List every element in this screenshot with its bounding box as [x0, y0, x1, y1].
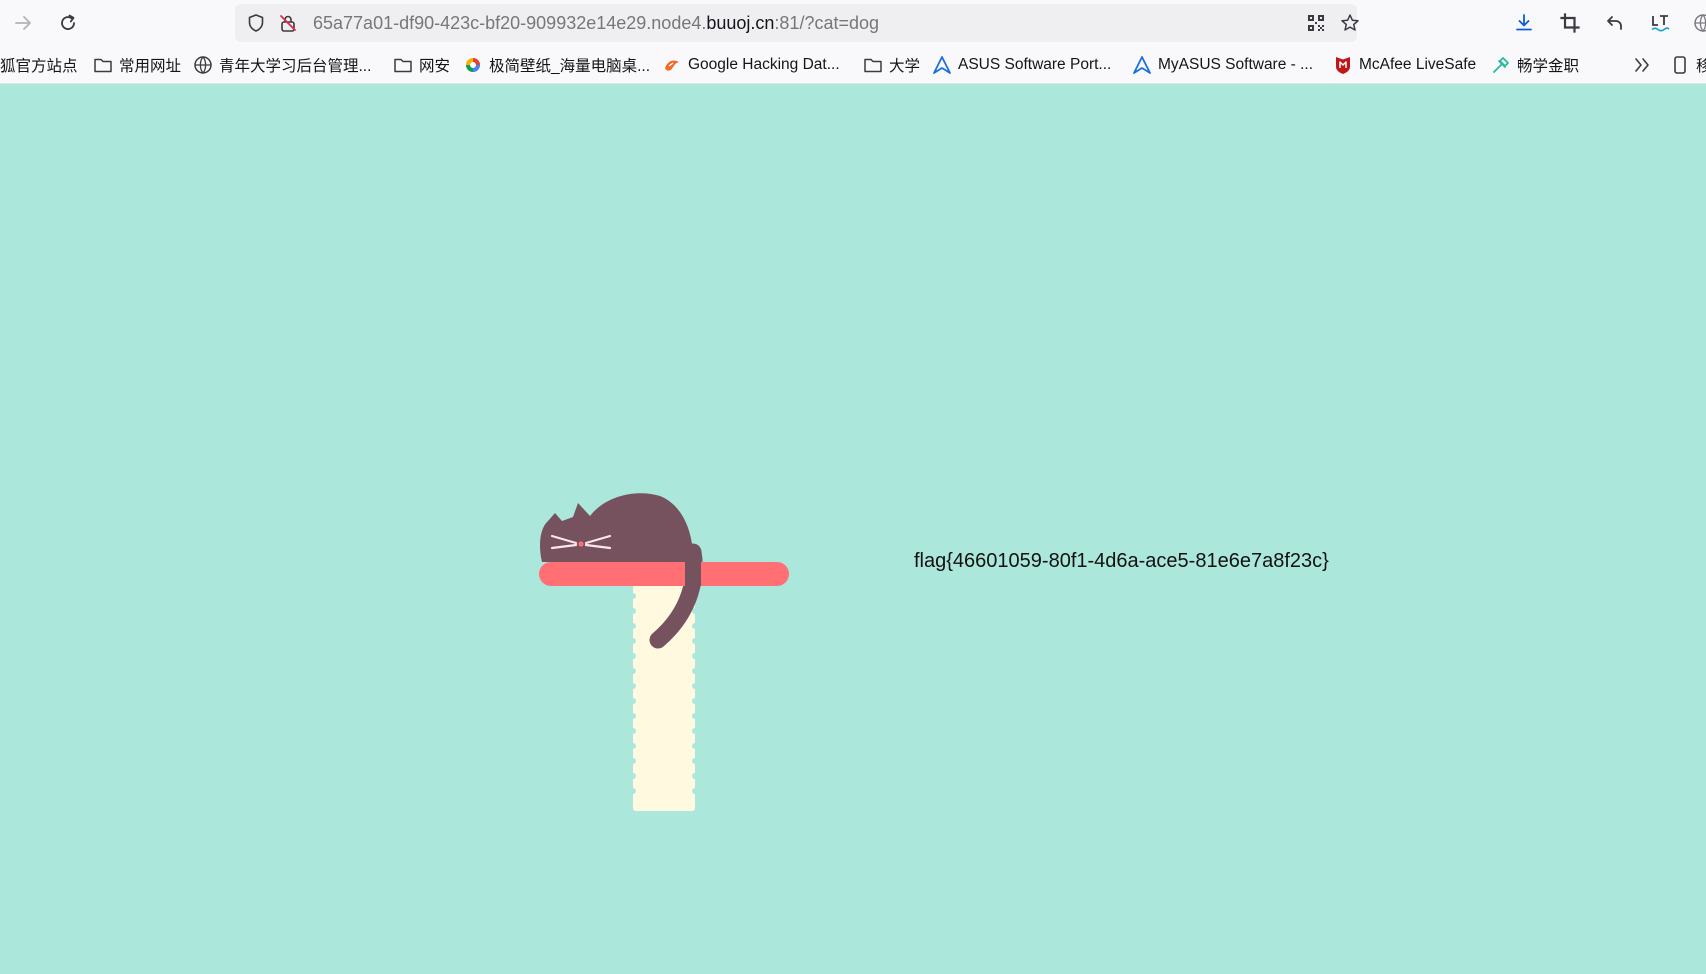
- url-text[interactable]: 65a77a01-df90-423c-bf20-909932e14e29.nod…: [313, 4, 879, 42]
- bookmark-label: ASUS Software Port...: [958, 56, 1112, 73]
- exploit-db-icon: [662, 55, 682, 75]
- bookmark-item[interactable]: 畅学金职: [1491, 52, 1579, 78]
- download-icon: [1516, 14, 1532, 31]
- bookmark-folder[interactable]: 常用网址: [93, 52, 181, 78]
- bookmark-label: 网安: [419, 58, 451, 75]
- browser-toolbar: 65a77a01-df90-423c-bf20-909932e14e29.nod…: [0, 0, 1706, 46]
- bookmark-item[interactable]: 极简壁纸_海量电脑桌...: [463, 52, 650, 78]
- bookmark-folder[interactable]: 网安: [393, 52, 450, 78]
- address-bar[interactable]: 65a77a01-df90-423c-bf20-909932e14e29.nod…: [235, 4, 1359, 42]
- site-info-button[interactable]: [273, 8, 303, 38]
- bookmark-item[interactable]: 狐官方站点: [0, 52, 78, 78]
- browser-chrome: 65a77a01-df90-423c-bf20-909932e14e29.nod…: [0, 0, 1706, 84]
- bookmark-label: 畅学金职: [1517, 58, 1580, 75]
- bookmark-label: 移: [1696, 54, 1706, 76]
- cat-illustration: [530, 490, 800, 820]
- back-button[interactable]: [8, 8, 38, 38]
- bookmark-site-icon: [1491, 55, 1511, 75]
- bookmark-label: 狐官方站点: [0, 58, 78, 75]
- folder-icon: [93, 55, 113, 75]
- globe-icon: [1694, 14, 1706, 32]
- asus-icon: [932, 55, 952, 75]
- translate-extension-button[interactable]: [1645, 8, 1675, 38]
- bookmark-star-button[interactable]: [1335, 8, 1365, 38]
- bookmark-item[interactable]: Google Hacking Dat...: [662, 52, 840, 78]
- folder-icon: [863, 55, 883, 75]
- chevron-double-right-icon: [1632, 55, 1652, 75]
- bookmark-label: 大学: [889, 58, 921, 75]
- bookmark-label: Google Hacking Dat...: [688, 56, 840, 73]
- insecure-lock-icon: [280, 15, 296, 32]
- downloads-button[interactable]: [1509, 8, 1539, 38]
- undo-icon: [1607, 16, 1622, 30]
- bookmark-item[interactable]: McAfee LiveSafe: [1333, 52, 1476, 78]
- mcafee-icon: [1333, 55, 1353, 75]
- reload-button[interactable]: [53, 8, 83, 38]
- crop-icon: [1560, 13, 1580, 33]
- bookmarks-overflow-button[interactable]: [1632, 52, 1652, 78]
- reload-icon: [61, 14, 75, 30]
- translate-icon: [1651, 15, 1670, 32]
- bookmark-item[interactable]: ASUS Software Port...: [932, 52, 1111, 78]
- bookmark-label: MyASUS Software - ...: [1158, 56, 1314, 73]
- undo-button[interactable]: [1600, 8, 1630, 38]
- mobile-icon: [1670, 55, 1690, 75]
- qr-code-button[interactable]: [1301, 8, 1331, 38]
- bookmark-item[interactable]: MyASUS Software - ...: [1132, 52, 1313, 78]
- bookmark-item[interactable]: 青年大学习后台管理...: [193, 52, 371, 78]
- qr-code-icon: [1308, 15, 1324, 31]
- star-icon: [1341, 14, 1359, 31]
- scratching-post: [630, 585, 698, 811]
- asus-icon: [1132, 55, 1152, 75]
- bookmark-label: 极简壁纸_海量电脑桌...: [489, 58, 651, 75]
- extension-globe-button[interactable]: [1688, 8, 1706, 38]
- tracking-protection-button[interactable]: [241, 8, 271, 38]
- bookmark-label: 常用网址: [119, 58, 182, 75]
- url-host-prefix: 65a77a01-df90-423c-bf20-909932e14e29.nod…: [313, 13, 707, 33]
- shield-icon: [248, 14, 264, 32]
- bookmark-folder[interactable]: 大学: [863, 52, 920, 78]
- url-path: :81/?cat=dog: [774, 13, 880, 33]
- back-arrow-icon: [15, 16, 31, 30]
- globe-icon: [193, 55, 213, 75]
- folder-icon: [393, 55, 413, 75]
- flag-text: flag{46601059-80f1-4d6a-ace5-81e6e7a8f23…: [914, 550, 1329, 572]
- cat-platform: [539, 562, 789, 586]
- screenshot-button[interactable]: [1555, 8, 1585, 38]
- url-host-domain: buuoj.cn: [706, 13, 775, 33]
- bookmark-item[interactable]: 移: [1670, 52, 1706, 78]
- bookmarks-toolbar: 狐官方站点 常用网址 青年大学习后台管理... 网安 极简壁纸_海量电脑桌...…: [0, 48, 1706, 82]
- bookmark-label: McAfee LiveSafe: [1359, 56, 1477, 73]
- bookmark-label: 青年大学习后台管理...: [219, 58, 372, 75]
- wallpaper-site-icon: [463, 55, 483, 75]
